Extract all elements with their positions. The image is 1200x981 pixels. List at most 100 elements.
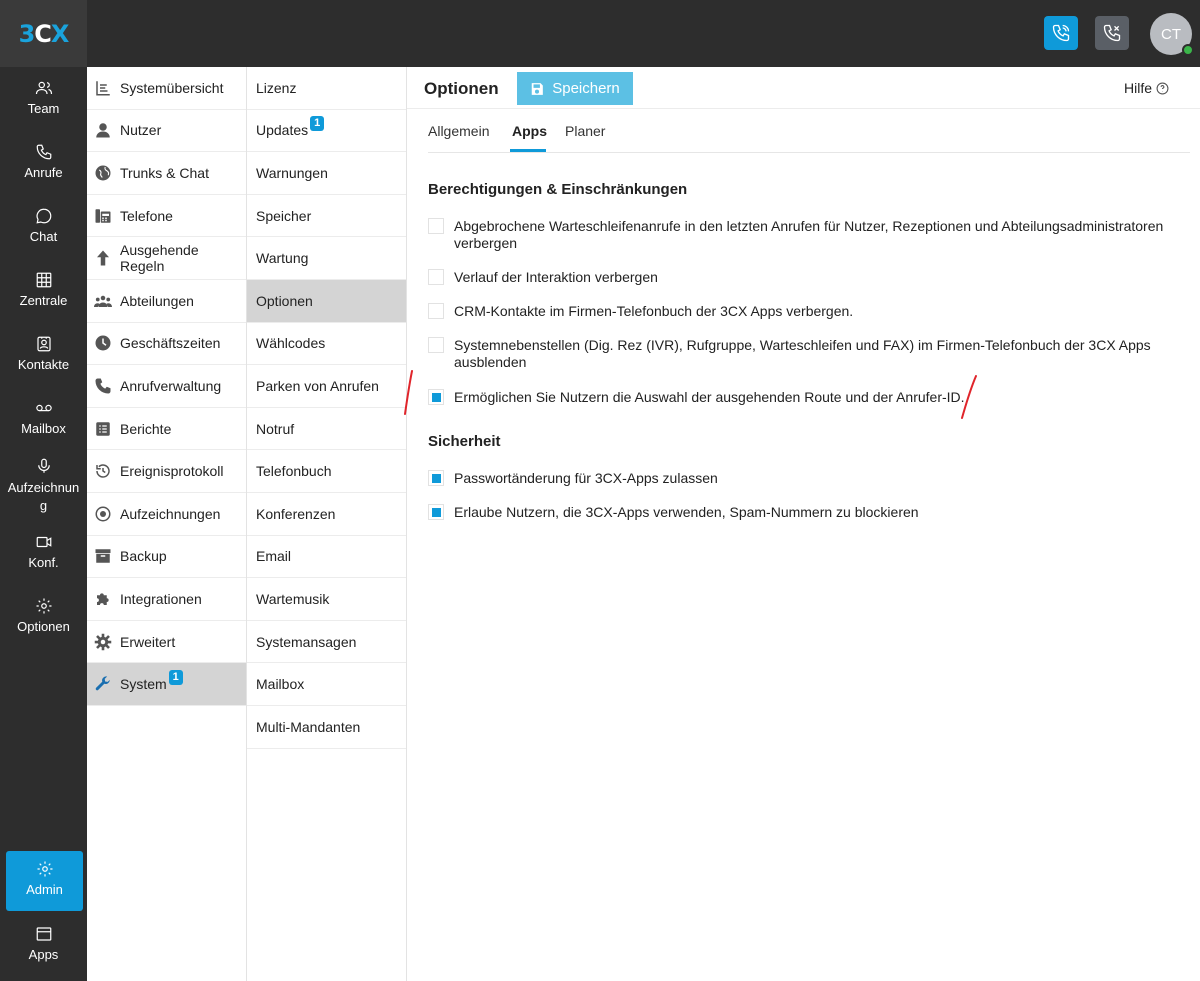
category-anrufverwaltung[interactable]: Anrufverwaltung: [87, 365, 246, 408]
nav-item-team[interactable]: Team: [0, 79, 87, 116]
arrow-up-icon: [93, 248, 113, 268]
subcategory-label: Mailbox: [256, 676, 305, 693]
category-label: Ereignisprotokoll: [120, 463, 224, 480]
video-icon: [36, 536, 51, 548]
category-erweitert[interactable]: Erweitert: [87, 621, 246, 664]
tab-allgemein[interactable]: Allgemein: [428, 123, 489, 139]
save-button-label: Speichern: [552, 80, 620, 97]
option-route-anrufer-id-auswahl[interactable]: Ermöglichen Sie Nutzern die Auswahl der …: [428, 389, 1173, 406]
category-nutzer[interactable]: Nutzer: [87, 110, 246, 153]
subcategory-warnungen[interactable]: Warnungen: [247, 152, 406, 195]
subcategory-label: Updates: [256, 122, 309, 139]
option-label: Systemnebenstellen (Dig. Rez (IVR), Rufg…: [454, 337, 1151, 370]
nav-item-zentrale[interactable]: Zentrale: [0, 271, 87, 308]
checkbox[interactable]: [428, 218, 444, 234]
subcategory-email[interactable]: Email: [247, 536, 406, 579]
category-ereignisprotokoll[interactable]: Ereignisprotokoll: [87, 450, 246, 493]
category-label: Backup: [120, 548, 167, 565]
category-geschaeftszeiten[interactable]: Geschäftszeiten: [87, 323, 246, 366]
subcategory-notruf[interactable]: Notruf: [247, 408, 406, 451]
category-trunks-chat[interactable]: Trunks & Chat: [87, 152, 246, 195]
option-crm-kontakte-verbergen[interactable]: CRM-Kontakte im Firmen-Telefonbuch der 3…: [428, 303, 1173, 320]
category-abteilungen[interactable]: Abteilungen: [87, 280, 246, 323]
nav-item-anrufe[interactable]: Anrufe: [0, 143, 87, 180]
checkbox-checked[interactable]: [428, 389, 444, 405]
option-verlauf-verbergen[interactable]: Verlauf der Interaktion verbergen: [428, 269, 1173, 286]
subcategory-wartung[interactable]: Wartung: [247, 237, 406, 280]
puzzle-icon: [93, 589, 113, 609]
option-label: Verlauf der Interaktion verbergen: [454, 269, 658, 285]
subcategory-label: Lizenz: [256, 79, 297, 96]
subcategory-label: Multi-Mandanten: [256, 718, 361, 735]
category-berichte[interactable]: Berichte: [87, 408, 246, 451]
subcategory-parken-von-anrufen[interactable]: Parken von Anrufen: [247, 365, 406, 408]
subcategory-lizenz[interactable]: Lizenz: [247, 67, 406, 110]
subcategory-telefonbuch[interactable]: Telefonbuch: [247, 450, 406, 493]
subcategory-multi-mandanten[interactable]: Multi-Mandanten: [247, 706, 406, 749]
nav-item-optionen[interactable]: Optionen: [0, 597, 87, 634]
checkbox[interactable]: [428, 303, 444, 319]
subcategory-wartemusik[interactable]: Wartemusik: [247, 578, 406, 621]
subcategory-mailbox[interactable]: Mailbox: [247, 663, 406, 706]
category-aufzeichnungen[interactable]: Aufzeichnungen: [87, 493, 246, 536]
annotation-mark-left: [404, 370, 413, 415]
subcategory-updates[interactable]: Updates 1: [247, 110, 406, 153]
category-label: System: [120, 676, 167, 693]
call-button[interactable]: [1044, 16, 1078, 50]
nav-label: Chat: [29, 229, 58, 244]
category-integrationen[interactable]: Integrationen: [87, 578, 246, 621]
microphone-icon: [37, 458, 50, 473]
clock-icon: [93, 333, 113, 353]
nav-item-kontakte[interactable]: Kontakte: [0, 335, 87, 372]
subcategory-systemansagen[interactable]: Systemansagen: [247, 621, 406, 664]
section-title-sicherheit: Sicherheit: [428, 433, 501, 450]
tab-planer[interactable]: Planer: [565, 123, 605, 139]
nav-label: Team: [27, 101, 60, 116]
subcategory-optionen[interactable]: Optionen: [247, 280, 406, 323]
nav-item-mailbox[interactable]: Mailbox: [0, 399, 87, 436]
subcategory-label: Wartemusik: [256, 590, 330, 607]
tab-apps[interactable]: Apps: [512, 123, 547, 139]
grid-icon: [36, 272, 51, 288]
softphone-button[interactable]: [1095, 16, 1129, 50]
logo[interactable]: 3CX: [0, 0, 87, 67]
nav-label: Apps: [28, 947, 59, 962]
voicemail-icon: [35, 404, 52, 412]
option-spam-nummern-blockieren[interactable]: Erlaube Nutzern, die 3CX-Apps verwenden,…: [428, 504, 1173, 521]
category-telefone[interactable]: Telefone: [87, 195, 246, 238]
subcategory-konferenzen[interactable]: Konferenzen: [247, 493, 406, 536]
category-systemuebersicht[interactable]: Systemübersicht: [87, 67, 246, 110]
category-label: Ausgehende Regeln: [120, 242, 199, 275]
dashboard-icon: [93, 78, 113, 98]
subcategory-waehlcodes[interactable]: Wählcodes: [247, 323, 406, 366]
checkbox-checked[interactable]: [428, 504, 444, 520]
option-label: CRM-Kontakte im Firmen-Telefonbuch der 3…: [454, 303, 854, 319]
nav-label: Zentrale: [19, 293, 68, 308]
subcategory-speicher[interactable]: Speicher: [247, 195, 406, 238]
help-link[interactable]: Hilfe: [1124, 80, 1169, 96]
nav-item-aufzeichnung[interactable]: Aufzeichnun g: [0, 457, 87, 515]
option-systemnebenstellen-ausblenden[interactable]: Systemnebenstellen (Dig. Rez (IVR), Rufg…: [428, 337, 1173, 371]
checkbox-checked[interactable]: [428, 470, 444, 486]
checkbox[interactable]: [428, 337, 444, 353]
category-ausgehende-regeln[interactable]: Ausgehende Regeln: [87, 237, 246, 280]
category-backup[interactable]: Backup: [87, 536, 246, 579]
save-button[interactable]: Speichern: [517, 72, 633, 105]
checkbox[interactable]: [428, 269, 444, 285]
nav-label-wrap: g: [39, 498, 48, 513]
category-label: Nutzer: [120, 122, 162, 139]
subcategory-label: Systemansagen: [256, 633, 357, 650]
subcategory-label: Parken von Anrufen: [256, 377, 379, 394]
nav-item-apps[interactable]: Apps: [0, 925, 87, 962]
nav-item-konf[interactable]: Konf.: [0, 533, 87, 570]
nav-item-admin[interactable]: Admin: [6, 851, 83, 911]
option-abgebrochene-anrufe-verbergen[interactable]: Abgebrochene Warteschleifenanrufe in den…: [428, 218, 1173, 252]
option-passwortaenderung-zulassen[interactable]: Passwortänderung für 3CX-Apps zulassen: [428, 470, 1173, 487]
category-system[interactable]: System 1: [87, 663, 246, 706]
wrench-icon: [93, 674, 113, 694]
subcategory-label: Notruf: [256, 420, 295, 437]
nav-item-chat[interactable]: Chat: [0, 207, 87, 244]
section-title-berechtigungen: Berechtigungen & Einschränkungen: [428, 181, 688, 198]
phone-icon: [93, 376, 113, 396]
archive-icon: [93, 546, 113, 566]
